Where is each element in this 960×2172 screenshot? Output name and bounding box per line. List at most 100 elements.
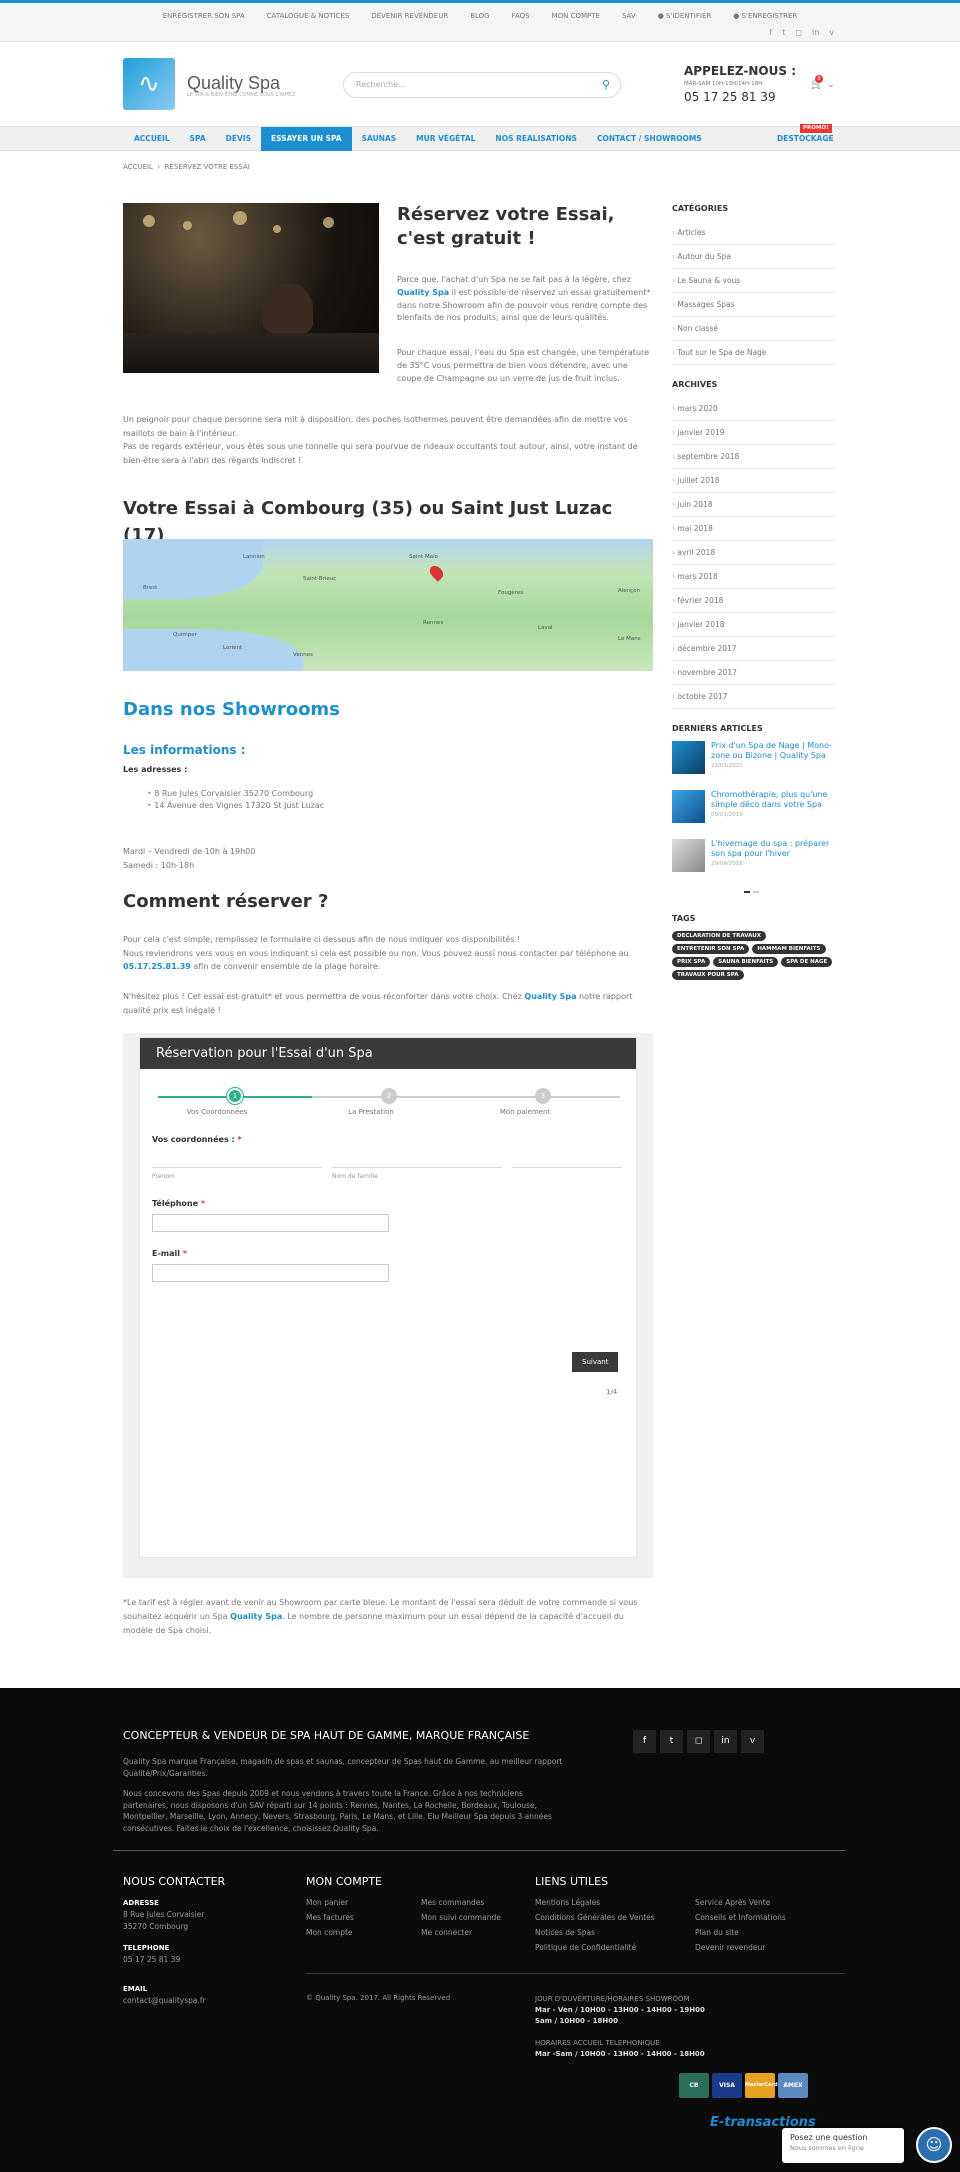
logo-icon[interactable]: ∿ <box>123 58 175 110</box>
nav-mur[interactable]: MUR VÉGÉTAL <box>406 127 485 151</box>
footer-link[interactable]: Notices de Spas <box>535 1925 655 1940</box>
call-phone[interactable]: 05 17 25 81 39 <box>684 88 796 106</box>
breadcrumb-home[interactable]: ACCUEIL <box>123 163 153 171</box>
archive-item[interactable]: avril 2018 <box>672 541 837 565</box>
category-item[interactable]: Massages Spas <box>672 293 837 317</box>
recent-article[interactable]: L'hivernage du spa : préparer son spa po… <box>672 839 837 886</box>
archive-item[interactable]: mai 2018 <box>672 517 837 541</box>
article-title[interactable]: Chromothérapie, plus qu'une simple déco … <box>711 790 837 811</box>
footer-link[interactable]: Service Après Vente <box>695 1895 786 1910</box>
next-button[interactable]: Suivant <box>572 1352 619 1372</box>
article-title[interactable]: Prix d'un Spa de Nage | Mono-zone ou Biz… <box>711 741 837 762</box>
footer-link[interactable]: Mes commandes <box>421 1895 501 1910</box>
topnav-catalogue[interactable]: CATALOGUE & NOTICES <box>267 11 350 22</box>
recent-article[interactable]: Prix d'un Spa de Nage | Mono-zone ou Biz… <box>672 741 837 788</box>
twitter-icon[interactable]: t <box>660 1730 683 1753</box>
chat-widget[interactable]: Posez une question Nous sommes en ligne <box>782 2128 904 2163</box>
facebook-icon[interactable]: f <box>633 1730 656 1753</box>
archive-item[interactable]: janvier 2019 <box>672 421 837 445</box>
category-item[interactable]: Le Sauna & vous <box>672 269 837 293</box>
tag-item[interactable]: DECLARATION DE TRAVAUX <box>672 931 766 941</box>
footer-link[interactable]: Me connecter <box>421 1925 501 1940</box>
footer-link[interactable]: Mon panier <box>306 1895 354 1910</box>
linkedin-icon[interactable]: in <box>812 27 819 39</box>
topnav-account[interactable]: MON COMPTE <box>552 11 600 22</box>
article-thumb[interactable] <box>672 839 705 872</box>
nav-accueil[interactable]: ACCUEIL <box>124 127 180 151</box>
topnav-register-spa[interactable]: ENREGISTRER SON SPA <box>163 11 245 22</box>
nav-saunas[interactable]: SAUNAS <box>352 127 407 151</box>
vimeo-icon[interactable]: v <box>741 1730 764 1753</box>
map-pin-icon[interactable] <box>427 563 446 582</box>
tel-value[interactable]: 05 17 25 81 39 <box>123 1954 180 1966</box>
facebook-icon[interactable]: f <box>769 27 772 39</box>
chat-avatar-icon[interactable]: ☺ <box>916 2127 952 2163</box>
archive-item[interactable]: janvier 2018 <box>672 613 837 637</box>
instagram-icon[interactable]: ◻ <box>687 1730 710 1753</box>
footer-link[interactable]: Plan du site <box>695 1925 786 1940</box>
archive-item[interactable]: mars 2020 <box>672 397 837 421</box>
footer-link[interactable]: Devenir revendeur <box>695 1940 786 1955</box>
archive-item[interactable]: mars 2018 <box>672 565 837 589</box>
slider-dot[interactable] <box>753 891 759 893</box>
tag-item[interactable]: TRAVAUX POUR SPA <box>672 970 744 980</box>
topnav-blog[interactable]: BLOG <box>470 11 489 22</box>
email-value[interactable]: contact@qualityspa.fr <box>123 1995 206 2007</box>
archive-item[interactable]: décembre 2017 <box>672 637 837 661</box>
category-item[interactable]: Tout sur le Spa de Nage <box>672 341 837 365</box>
footer-link[interactable]: Mes factures <box>306 1910 354 1925</box>
vimeo-icon[interactable]: v <box>829 27 834 39</box>
extra-name-input[interactable] <box>512 1150 622 1168</box>
archive-item[interactable]: septembre 2018 <box>672 445 837 469</box>
article-thumb[interactable] <box>672 741 705 774</box>
tag-item[interactable]: HAMMAM BIENFAITS <box>752 944 826 954</box>
twitter-icon[interactable]: t <box>782 27 785 39</box>
location-map[interactable]: Brest Quimper Lorient Vannes Rennes Sain… <box>123 539 653 671</box>
archive-item[interactable]: février 2018 <box>672 589 837 613</box>
nav-spa[interactable]: SPA <box>180 127 216 151</box>
article-title[interactable]: L'hivernage du spa : préparer son spa po… <box>711 839 837 860</box>
instagram-icon[interactable]: ◻ <box>795 27 802 39</box>
footer-link[interactable]: Mon compte <box>306 1925 354 1940</box>
category-item[interactable]: Autour du Spa <box>672 245 837 269</box>
archive-item[interactable]: juillet 2018 <box>672 469 837 493</box>
topnav-signup[interactable]: ● S'ENREGISTRER <box>733 11 797 22</box>
chat-title[interactable]: Posez une question <box>790 2132 896 2144</box>
search-icon[interactable]: ⚲ <box>596 75 616 95</box>
tag-item[interactable]: SAUNA BIENFAITS <box>713 957 779 967</box>
category-item[interactable]: Non classé <box>672 317 837 341</box>
footer-link[interactable]: Conditions Générales de Ventes <box>535 1910 655 1925</box>
phone-link[interactable]: 05.17.25.81.39 <box>123 962 191 971</box>
footer-link[interactable]: Mon suivi commande <box>421 1910 501 1925</box>
brand-link[interactable]: Quality Spa <box>397 288 449 297</box>
footer-link[interactable]: Conseils et Informations <box>695 1910 786 1925</box>
topnav-login[interactable]: ● S'IDENTIFIER <box>658 11 712 22</box>
phone-input[interactable] <box>152 1214 389 1232</box>
tag-item[interactable]: PRIX SPA <box>672 957 711 967</box>
archive-item[interactable]: octobre 2017 <box>672 685 837 709</box>
last-name-input[interactable] <box>332 1150 502 1168</box>
tag-item[interactable]: ENTRETENIR SON SPA <box>672 944 750 954</box>
article-thumb[interactable] <box>672 790 705 823</box>
brand-link-2[interactable]: Quality Spa <box>524 992 576 1001</box>
topnav-sav[interactable]: SAV <box>622 11 636 22</box>
recent-article[interactable]: Chromothérapie, plus qu'une simple déco … <box>672 790 837 837</box>
footer-link[interactable]: Mentions Légales <box>535 1895 655 1910</box>
category-item[interactable]: Articles <box>672 221 837 245</box>
topnav-reseller[interactable]: DEVENIR REVENDEUR <box>371 11 448 22</box>
topnav-faqs[interactable]: FAQS <box>512 11 530 22</box>
tag-item[interactable]: SPA DE NAGE <box>781 957 833 967</box>
slider-dot[interactable] <box>744 891 750 893</box>
nav-essayer[interactable]: ESSAYER UN SPA <box>260 127 352 151</box>
nav-contact[interactable]: CONTACT / SHOWROOMS <box>587 127 712 151</box>
first-name-input[interactable] <box>152 1150 322 1168</box>
archive-item[interactable]: novembre 2017 <box>672 661 837 685</box>
brand-link-3[interactable]: Quality Spa <box>230 1612 282 1621</box>
footer-link[interactable]: Politique de Confidentialité <box>535 1940 655 1955</box>
archive-item[interactable]: juin 2018 <box>672 493 837 517</box>
nav-realisations[interactable]: NOS REALISATIONS <box>485 127 587 151</box>
nav-devis[interactable]: DEVIS <box>216 127 261 151</box>
email-input[interactable] <box>152 1264 389 1282</box>
linkedin-icon[interactable]: in <box>714 1730 737 1753</box>
search-input[interactable]: Recherche... ⚲ <box>343 72 621 98</box>
